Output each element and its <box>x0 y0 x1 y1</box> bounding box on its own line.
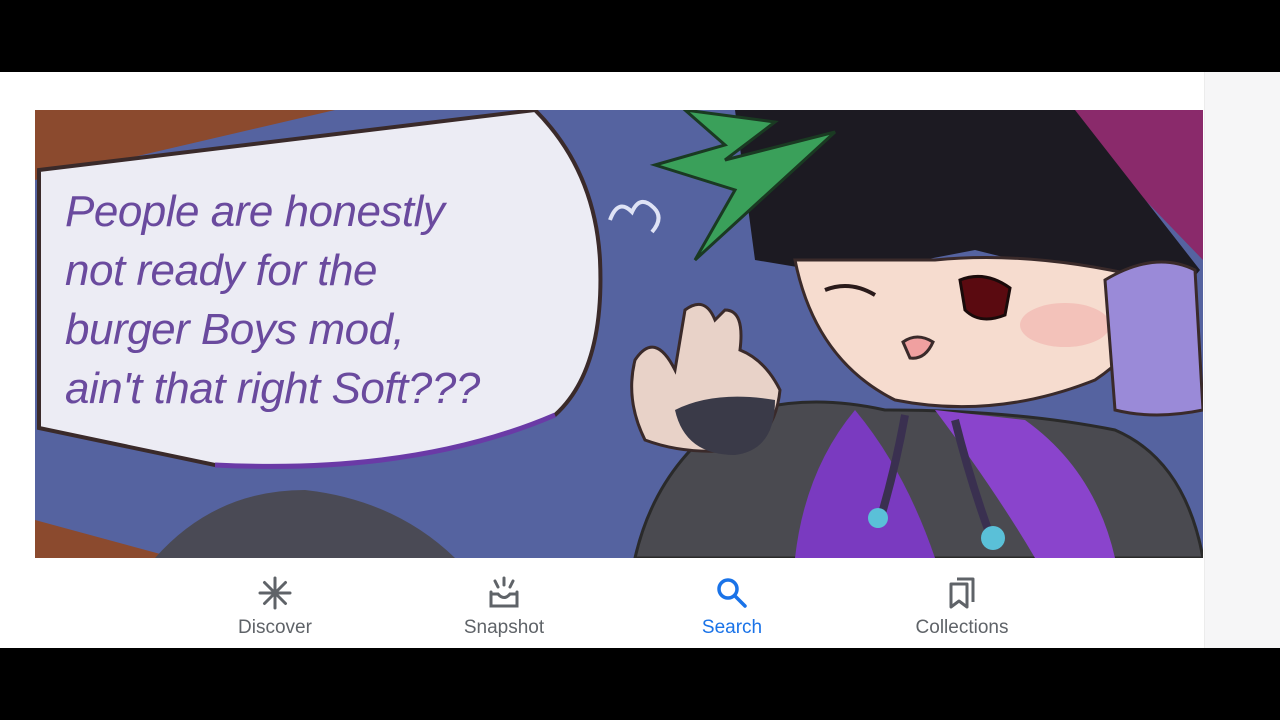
bookmarks-icon <box>944 575 980 611</box>
snapshot-tray-icon <box>486 575 522 611</box>
nav-snapshot[interactable]: Snapshot <box>424 558 584 648</box>
speech-bubble-text: People are honestly not ready for the bu… <box>65 187 480 413</box>
search-icon <box>714 575 750 611</box>
nav-collections[interactable]: Collections <box>882 558 1042 648</box>
asterisk-icon <box>257 575 293 611</box>
nav-discover[interactable]: Discover <box>195 558 355 648</box>
nav-search[interactable]: Search <box>652 558 812 648</box>
nav-label-search: Search <box>701 617 763 638</box>
right-edge-panel <box>1204 72 1280 648</box>
comic-image[interactable]: People are honestly not ready for the bu… <box>35 110 1203 558</box>
nav-label-collections: Collections <box>915 617 1009 638</box>
bottom-navigation-bar: Discover Snapshot Search Collections <box>0 558 1204 648</box>
app-screen: People are honestly not ready for the bu… <box>0 72 1280 648</box>
nav-label-snapshot: Snapshot <box>463 617 545 638</box>
nav-label-discover: Discover <box>238 617 312 638</box>
